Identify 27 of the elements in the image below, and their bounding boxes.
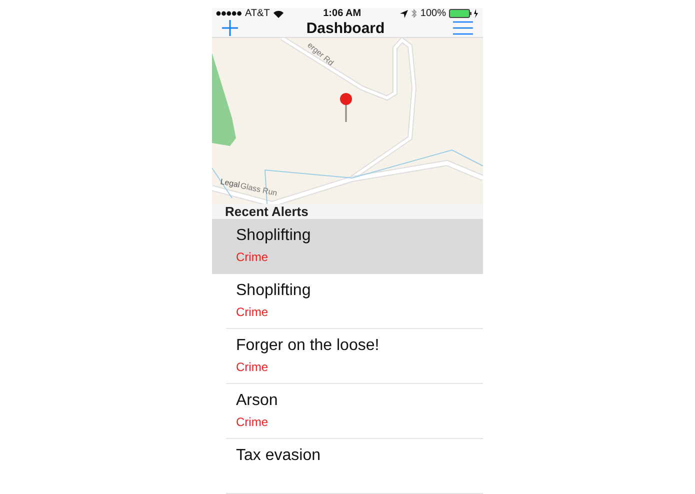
screen-title: Dashboard <box>306 20 385 36</box>
alert-row[interactable]: Shoplifting Crime <box>212 219 483 274</box>
alert-category: Crime <box>236 415 268 429</box>
section-header: Recent Alerts <box>212 204 483 219</box>
location-arrow-icon <box>400 10 408 18</box>
add-button[interactable] <box>222 20 238 36</box>
alert-title: Arson <box>236 392 278 410</box>
status-time: 1:06 AM <box>323 8 362 19</box>
signal-dots-icon <box>216 11 242 16</box>
carrier-name: AT&T <box>245 8 270 19</box>
battery-percent: 100% <box>420 8 446 19</box>
wifi-icon <box>272 10 284 18</box>
alert-category: Crime <box>236 360 268 374</box>
alert-title: Shoplifting <box>236 227 311 245</box>
alert-title: Forger on the loose! <box>236 337 380 355</box>
bluetooth-icon <box>411 9 418 18</box>
menu-button[interactable] <box>452 21 473 35</box>
map-view[interactable]: erger Rd Legal Glass Run <box>212 38 483 204</box>
alert-category: Crime <box>236 250 268 264</box>
alert-title: Tax evasion <box>236 447 320 465</box>
map-pin-icon <box>340 93 352 122</box>
map-label: Legal <box>220 177 240 190</box>
map-label: erger Rd <box>306 40 336 68</box>
alert-title: Shoplifting <box>236 282 311 300</box>
alert-category: Crime <box>236 305 268 319</box>
map-label: Glass Run <box>240 181 278 198</box>
battery-charging-icon <box>448 9 479 18</box>
